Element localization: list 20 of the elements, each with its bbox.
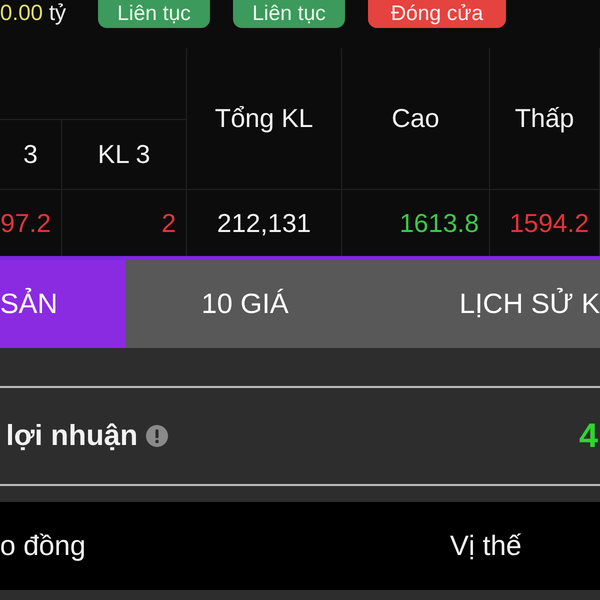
column-header: Vị thế [450,530,522,562]
table-cell: 1613.8 [399,208,479,238]
info-icon[interactable] [146,425,168,447]
table-cell: 97.2 [0,208,51,238]
profit-value: 4 [579,416,598,456]
column-header: Cao [392,103,440,134]
column-header: o đồng [0,530,87,562]
profit-label: lợi nhuận [6,420,138,452]
status-badge: Đóng cửa [368,0,506,28]
status-badge: Liên tục [98,0,210,28]
column-header: 3 [23,139,38,170]
status-badge: Liên tục [233,0,345,28]
turnover-value: 0.00 tỷ [0,0,68,26]
tab[interactable]: SẢN [0,260,125,348]
table-cell: 1594.2 [509,208,589,238]
column-header: KL 3 [98,139,150,170]
column-header: Thấp [514,103,574,134]
column-header: Tổng KL [214,103,314,134]
table-cell: 212,131 [217,208,311,238]
table-cell: 2 [162,208,176,238]
